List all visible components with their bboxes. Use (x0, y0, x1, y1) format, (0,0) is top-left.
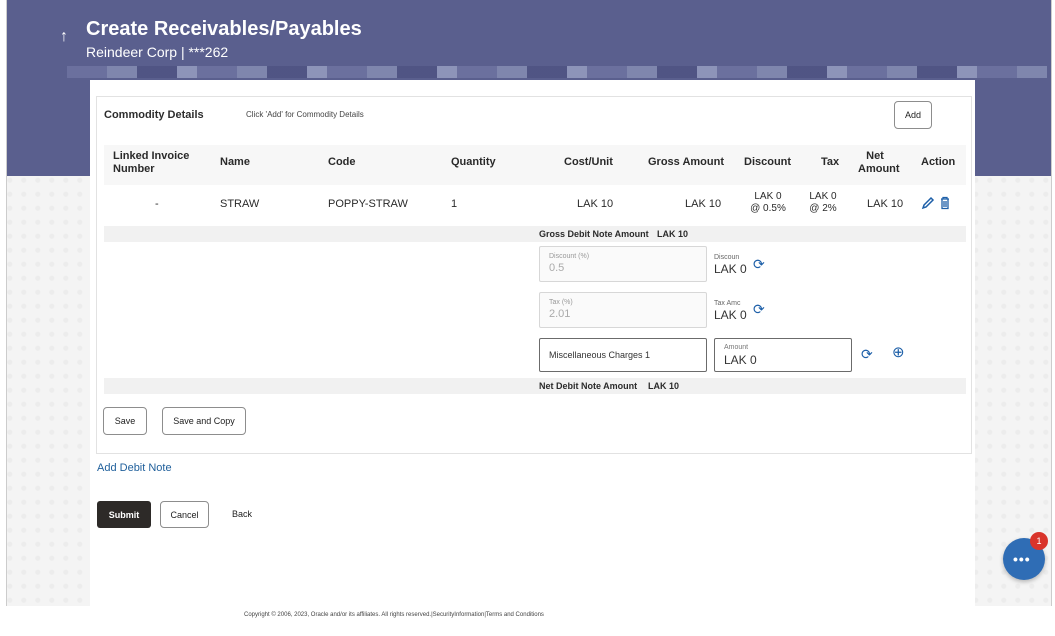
discount-amount-value: LAK 0 (714, 262, 747, 276)
discount-percent-value: 0.5 (549, 262, 565, 274)
cell-code: POPPY-STRAW (328, 198, 408, 210)
col-name: Name (220, 156, 250, 168)
add-circle-icon[interactable]: ⊕ (892, 345, 905, 360)
tax-amount-label: Tax Amc (714, 300, 741, 307)
submit-button[interactable]: Submit (97, 501, 151, 528)
discount-percent-label: Discount (%) (549, 253, 590, 260)
refresh-icon[interactable]: ⟳ (753, 302, 765, 316)
misc-amount-field[interactable]: Amount LAK 0 (714, 338, 852, 372)
cell-linked-invoice: - (155, 198, 159, 210)
tax-amount: LAK 0 (809, 191, 837, 202)
col-action: Action (921, 156, 956, 168)
col-gross-amount: Gross Amount (648, 156, 724, 168)
col-cost-unit: Cost/Unit (564, 156, 613, 168)
col-net-amount: Net Amount (858, 150, 900, 175)
tax-rate: @ 2% (809, 203, 837, 214)
page-title: Create Receivables/Payables (86, 18, 362, 40)
misc-charges-value: Miscellaneous Charges 1 (549, 350, 651, 360)
tax-percent-field[interactable]: Tax (%) 2.01 (539, 292, 707, 328)
col-discount: Discount (744, 156, 792, 168)
cancel-button[interactable]: Cancel (160, 501, 209, 528)
page-subtitle: Reindeer Corp | ***262 (86, 44, 229, 60)
arrow-up-icon[interactable]: ↑ (60, 28, 68, 46)
cell-tax: LAK 0 @ 2% (806, 191, 840, 215)
net-amount-label: Net Debit Note Amount (539, 381, 638, 391)
discount-amount-label: Discoun (714, 254, 740, 261)
notification-badge: 1 (1030, 532, 1048, 550)
cell-quantity: 1 (451, 198, 458, 210)
section-title: Commodity Details (104, 109, 204, 121)
back-button[interactable]: Back (232, 509, 252, 519)
refresh-icon[interactable]: ⟳ (753, 257, 765, 271)
gross-amount-label: Gross Debit Note Amount (539, 229, 649, 239)
chat-icon: ••• (1013, 551, 1031, 567)
cell-net-amount: LAK 10 (867, 198, 904, 210)
misc-charges-field[interactable]: Miscellaneous Charges 1 (539, 338, 707, 372)
delete-trash-icon[interactable] (938, 196, 952, 212)
discount-rate: @ 0.5% (750, 203, 786, 214)
discount-amount: LAK 0 (754, 191, 782, 202)
col-tax: Tax (821, 156, 840, 168)
cell-gross-amount: LAK 10 (685, 198, 722, 210)
add-debit-note-link[interactable]: Add Debit Note (97, 462, 172, 474)
tax-percent-value: 2.01 (549, 308, 571, 320)
col-code: Code (328, 156, 356, 168)
discount-percent-field[interactable]: Discount (%) 0.5 (539, 246, 707, 282)
chat-button[interactable]: ••• 1 (1003, 532, 1048, 580)
gross-amount-value: LAK 10 (657, 229, 689, 239)
gross-amount-band (104, 226, 966, 242)
misc-amount-value: LAK 0 (724, 353, 757, 367)
net-amount-band (104, 378, 966, 394)
misc-amount-label: Amount (724, 344, 749, 351)
save-button[interactable]: Save (103, 407, 147, 435)
refresh-icon[interactable]: ⟳ (861, 347, 873, 361)
cell-discount: LAK 0 @ 0.5% (744, 191, 792, 215)
cell-name: STRAW (220, 198, 260, 210)
cell-cost-unit: LAK 10 (577, 198, 614, 210)
header-pattern (67, 66, 1047, 78)
footer-copyright: Copyright © 2006, 2023, Oracle and/or it… (244, 612, 544, 618)
save-and-copy-button[interactable]: Save and Copy (162, 407, 246, 435)
tax-percent-label: Tax (%) (549, 299, 573, 306)
edit-pencil-icon[interactable] (921, 196, 935, 212)
net-amount-value: LAK 10 (648, 381, 680, 391)
add-commodity-button[interactable]: Add (894, 101, 932, 129)
col-quantity: Quantity (451, 156, 496, 168)
col-linked-invoice: Linked Invoice Number (113, 150, 190, 175)
section-hint: Click 'Add' for Commodity Details (246, 110, 364, 119)
tax-amount-value: LAK 0 (714, 308, 747, 322)
